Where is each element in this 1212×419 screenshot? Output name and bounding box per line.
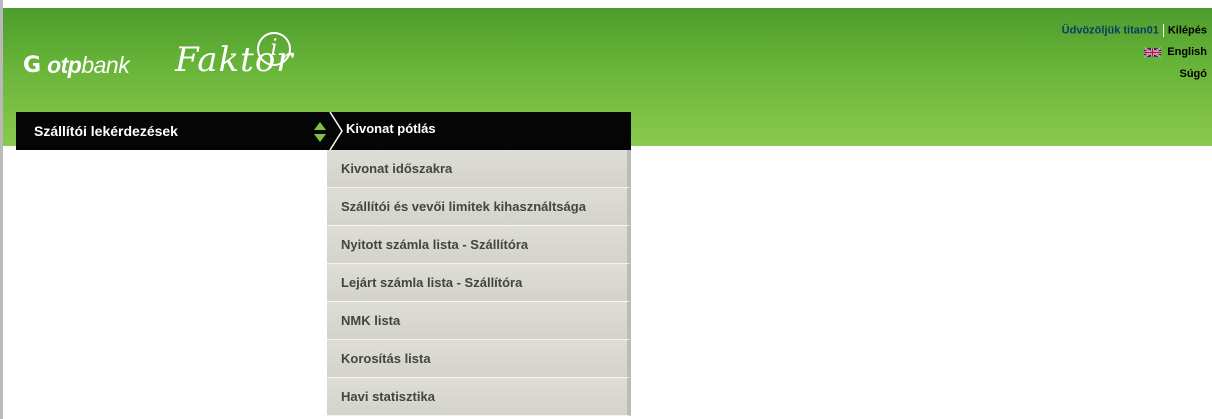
otp-logo-icon: G <box>23 52 42 78</box>
menu-item-kivonat-idoszakra[interactable]: Kivonat időszakra <box>327 150 631 188</box>
logo-bank-text: bank <box>81 51 130 78</box>
nav-section-title[interactable]: Szállítói lekérdezések <box>34 123 178 139</box>
menu-item-lejart-szamla[interactable]: Lejárt számla lista - Szállítóra <box>327 264 631 302</box>
top-strip <box>0 0 1212 8</box>
nav-current-item[interactable]: Kivonat pótlás <box>346 121 436 136</box>
language-label: English <box>1167 46 1207 58</box>
menu-item-nmk-lista[interactable]: NMK lista <box>327 302 631 340</box>
welcome-text: Üdvözöljük titan01 <box>1061 24 1159 37</box>
up-down-arrow-icon[interactable] <box>313 121 327 143</box>
faktor-info-icon: i <box>257 32 291 66</box>
menu-item-limitek[interactable]: Szállítói és vevői limitek kihasználtság… <box>327 188 631 226</box>
left-border <box>0 0 3 419</box>
user-bar: Üdvözöljük titan01 Kilépés <box>1062 24 1207 37</box>
logo-otp-text: otp <box>47 51 82 78</box>
otpbank-logo[interactable]: G otp bank <box>23 48 130 82</box>
separator <box>1162 24 1164 37</box>
help-link[interactable]: Súgó <box>1180 68 1208 80</box>
nav-bar: Szállítói lekérdezések Kivonat pótlás <box>16 112 631 150</box>
uk-flag-icon <box>1144 46 1162 58</box>
chevron-right-icon <box>329 112 343 150</box>
menu-item-havi-statisztika[interactable]: Havi statisztika <box>327 378 631 416</box>
logout-link[interactable]: Kilépés <box>1168 24 1207 36</box>
menu-item-korositas[interactable]: Korosítás lista <box>327 340 631 378</box>
language-switch[interactable]: English <box>1144 46 1207 58</box>
menu-item-nyitott-szamla[interactable]: Nyitott számla lista - Szállítóra <box>327 226 631 264</box>
submenu-dropdown: Kivonat időszakra Szállítói és vevői lim… <box>327 150 631 416</box>
